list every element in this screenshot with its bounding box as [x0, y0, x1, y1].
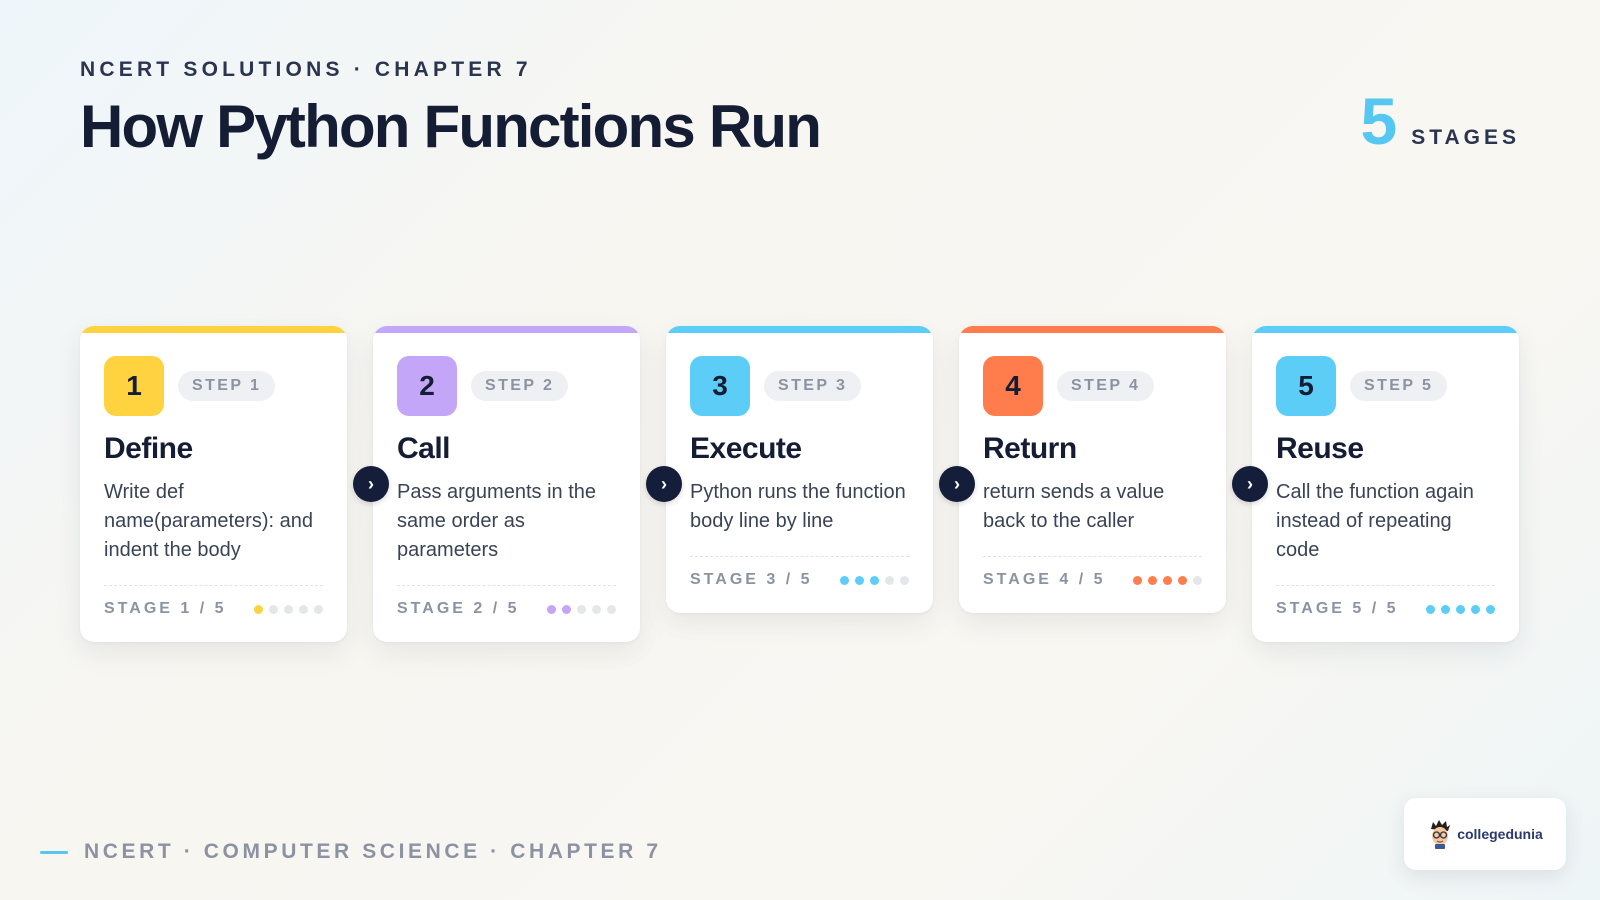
progress-dot	[1178, 575, 1187, 585]
card-footer: STAGE 5 / 5	[1276, 585, 1495, 618]
step-card-define: 1 STEP 1 Define Write def name(parameter…	[80, 326, 347, 642]
footer-accent-line	[40, 850, 68, 854]
step-card-execute: 3 STEP 3 Execute Python runs the functio…	[666, 326, 933, 613]
progress-dot	[1163, 575, 1172, 585]
step-pill: STEP 2	[471, 371, 569, 401]
chevron-right-icon: ›	[646, 466, 682, 502]
step-pill: STEP 5	[1350, 371, 1448, 401]
progress-dot	[547, 604, 556, 614]
chevron-right-icon: ›	[353, 466, 389, 502]
progress-dot	[562, 604, 571, 614]
stages-label: STAGES	[1411, 126, 1520, 149]
step-title: Reuse	[1276, 432, 1364, 465]
card-footer: STAGE 1 / 5	[104, 585, 323, 618]
progress-dot	[1193, 575, 1202, 585]
progress-dot	[855, 575, 864, 585]
step-pill: STEP 1	[178, 371, 276, 401]
step-number-badge: 4	[983, 356, 1043, 416]
progress-dots	[1133, 575, 1202, 585]
step-description: Call the function again instead of repea…	[1276, 481, 1474, 561]
step-description: Python runs the function body line by li…	[690, 481, 906, 532]
progress-dots	[1426, 604, 1495, 614]
progress-dot	[592, 604, 601, 614]
chevron-right-icon: ›	[939, 466, 975, 502]
card-accent-bar	[1252, 326, 1519, 333]
stages-counter: 5 STAGES	[1360, 88, 1520, 154]
step-card-return: 4 STEP 4 Return return sends a value bac…	[959, 326, 1226, 613]
step-title: Define	[104, 432, 193, 465]
progress-dot	[299, 604, 308, 614]
progress-dot	[840, 575, 849, 585]
progress-dot	[885, 575, 894, 585]
progress-dot	[284, 604, 293, 614]
progress-dot	[1471, 604, 1480, 614]
step-number-badge: 5	[1276, 356, 1336, 416]
step-number-badge: 1	[104, 356, 164, 416]
step-number-badge: 2	[397, 356, 457, 416]
collegedunia-logo: collegedunia	[1404, 798, 1566, 870]
progress-dot	[607, 604, 616, 614]
chevron-right-icon: ›	[1232, 466, 1268, 502]
progress-dot	[1456, 604, 1465, 614]
progress-dots	[840, 575, 909, 585]
card-footer: STAGE 4 / 5	[983, 556, 1202, 589]
step-card-reuse: 5 STEP 5 Reuse Call the function again i…	[1252, 326, 1519, 642]
mascot-icon	[1431, 820, 1451, 849]
step-card-call: 2 STEP 2 Call Pass arguments in the same…	[373, 326, 640, 642]
progress-dot	[1133, 575, 1142, 585]
progress-dot	[577, 604, 586, 614]
step-description: Pass arguments in the same order as para…	[397, 481, 596, 561]
step-title: Return	[983, 432, 1077, 465]
logo-text: collegedunia	[1457, 826, 1543, 842]
progress-dots	[547, 604, 616, 614]
stage-label: STAGE 3 / 5	[690, 571, 813, 588]
card-footer: STAGE 3 / 5	[690, 556, 909, 589]
progress-dot	[1148, 575, 1157, 585]
stage-label: STAGE 4 / 5	[983, 571, 1106, 588]
step-title: Call	[397, 432, 451, 465]
progress-dot	[1426, 604, 1435, 614]
card-accent-bar	[666, 326, 933, 333]
progress-dot	[1486, 604, 1495, 614]
step-title: Execute	[690, 432, 802, 465]
page-title: How Python Functions Run	[80, 93, 822, 160]
step-description: return sends a value back to the caller	[983, 481, 1165, 532]
stage-label: STAGE 5 / 5	[1276, 600, 1399, 617]
progress-dot	[900, 575, 909, 585]
progress-dot	[254, 604, 263, 614]
step-number-badge: 3	[690, 356, 750, 416]
stages-count: 5	[1360, 84, 1398, 158]
card-accent-bar	[959, 326, 1226, 333]
card-accent-bar	[80, 326, 347, 333]
kicker: NCERT SOLUTIONS · CHAPTER 7	[80, 58, 532, 81]
progress-dot	[870, 575, 879, 585]
footer: NCERT · COMPUTER SCIENCE · CHAPTER 7	[40, 840, 662, 864]
card-footer: STAGE 2 / 5	[397, 585, 616, 618]
step-pill: STEP 4	[1057, 371, 1155, 401]
stage-label: STAGE 1 / 5	[104, 600, 227, 617]
stage-label: STAGE 2 / 5	[397, 600, 520, 617]
progress-dots	[254, 604, 323, 614]
step-description: Write def name(parameters): and indent t…	[104, 481, 313, 561]
progress-dot	[314, 604, 323, 614]
progress-dot	[269, 604, 278, 614]
card-accent-bar	[373, 326, 640, 333]
footer-text: NCERT · COMPUTER SCIENCE · CHAPTER 7	[84, 840, 662, 863]
step-pill: STEP 3	[764, 371, 862, 401]
progress-dot	[1441, 604, 1450, 614]
steps-row: 1 STEP 1 Define Write def name(parameter…	[80, 326, 1520, 642]
